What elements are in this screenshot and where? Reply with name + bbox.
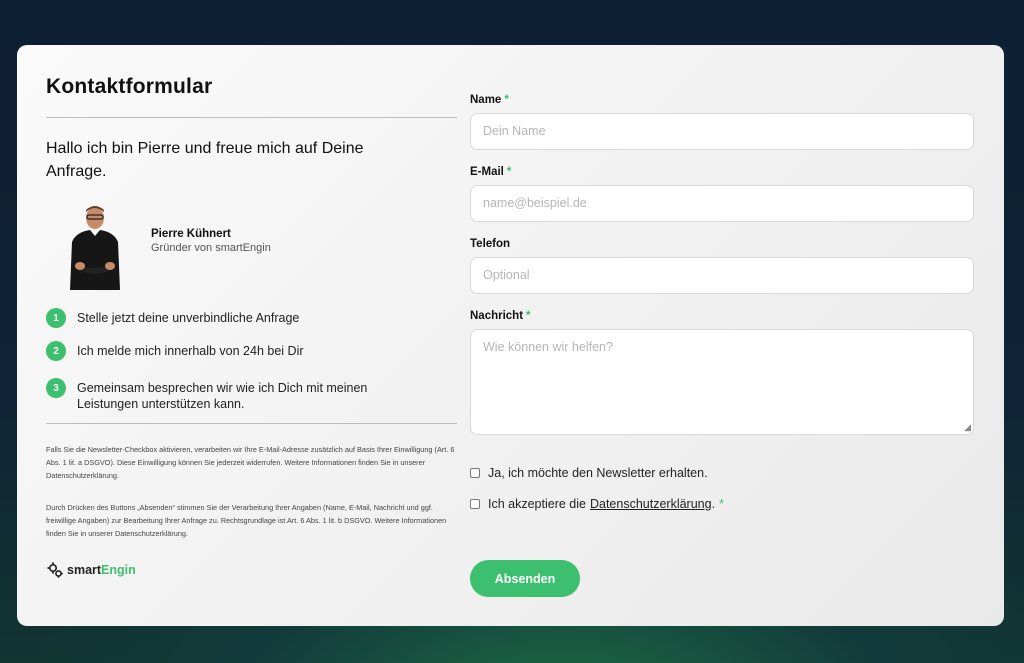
newsletter-checkbox-row[interactable]: Ja, ich möchte den Newsletter erhalten. xyxy=(470,466,708,480)
person-name: Pierre Kühnert xyxy=(151,228,231,240)
brand-name: smartEngin xyxy=(67,563,136,577)
step-number-badge: 1 xyxy=(46,308,66,328)
email-input[interactable]: name@beispiel.de xyxy=(470,185,974,222)
phone-label: Telefon xyxy=(470,238,511,250)
message-textarea[interactable]: Wie können wir helfen? ◢ xyxy=(470,329,974,435)
privacy-policy-link[interactable]: Datenschutzerklärung xyxy=(590,497,712,511)
submit-button[interactable]: Absenden xyxy=(470,560,580,597)
privacy-label: Ich akzeptiere die xyxy=(488,497,586,511)
brand-logo: smartEngin xyxy=(47,562,136,578)
step-number-badge: 2 xyxy=(46,341,66,361)
gear-logo-icon xyxy=(47,562,63,578)
submit-privacy-notice: Durch Drücken des Buttons „Absenden“ sti… xyxy=(46,503,447,538)
newsletter-checkbox[interactable] xyxy=(470,468,480,478)
step-item: 2 Ich melde mich innerhalb von 24h bei D… xyxy=(46,341,426,361)
message-label: Nachricht * xyxy=(470,310,531,322)
divider xyxy=(46,423,457,424)
name-input[interactable]: Dein Name xyxy=(470,113,974,150)
divider xyxy=(46,117,457,118)
privacy-checkbox[interactable] xyxy=(470,499,480,509)
person-photo xyxy=(70,206,120,290)
email-label: E-Mail * xyxy=(470,166,512,178)
contact-card: Kontaktformular Hallo ich bin Pierre und… xyxy=(17,45,1004,626)
step-number-badge: 3 xyxy=(46,378,66,398)
page-title: Kontaktformular xyxy=(46,75,213,98)
phone-input[interactable]: Optional xyxy=(470,257,974,294)
intro-text: Hallo ich bin Pierre und freue mich auf … xyxy=(46,140,364,180)
step-text: Stelle jetzt deine unverbindliche Anfrag… xyxy=(77,311,300,325)
newsletter-label: Ja, ich möchte den Newsletter erhalten. xyxy=(488,466,708,480)
step-text: Gemeinsam besprechen wir wie ich Dich mi… xyxy=(77,381,368,411)
message-placeholder: Wie können wir helfen? xyxy=(483,340,613,354)
person-role: Gründer von smartEngin xyxy=(151,242,271,254)
privacy-checkbox-row[interactable]: Ich akzeptiere die Datenschutzerklärung.… xyxy=(470,497,724,511)
resize-handle-icon[interactable]: ◢ xyxy=(964,423,971,432)
step-text: Ich melde mich innerhalb von 24h bei Dir xyxy=(77,344,304,358)
step-item: 1 Stelle jetzt deine unverbindliche Anfr… xyxy=(46,308,426,328)
step-item: 3 Gemeinsam besprechen wir wie ich Dich … xyxy=(46,378,426,412)
name-label: Name * xyxy=(470,94,509,106)
newsletter-privacy-notice: Falls Sie die Newsletter-Checkbox aktivi… xyxy=(46,445,455,480)
